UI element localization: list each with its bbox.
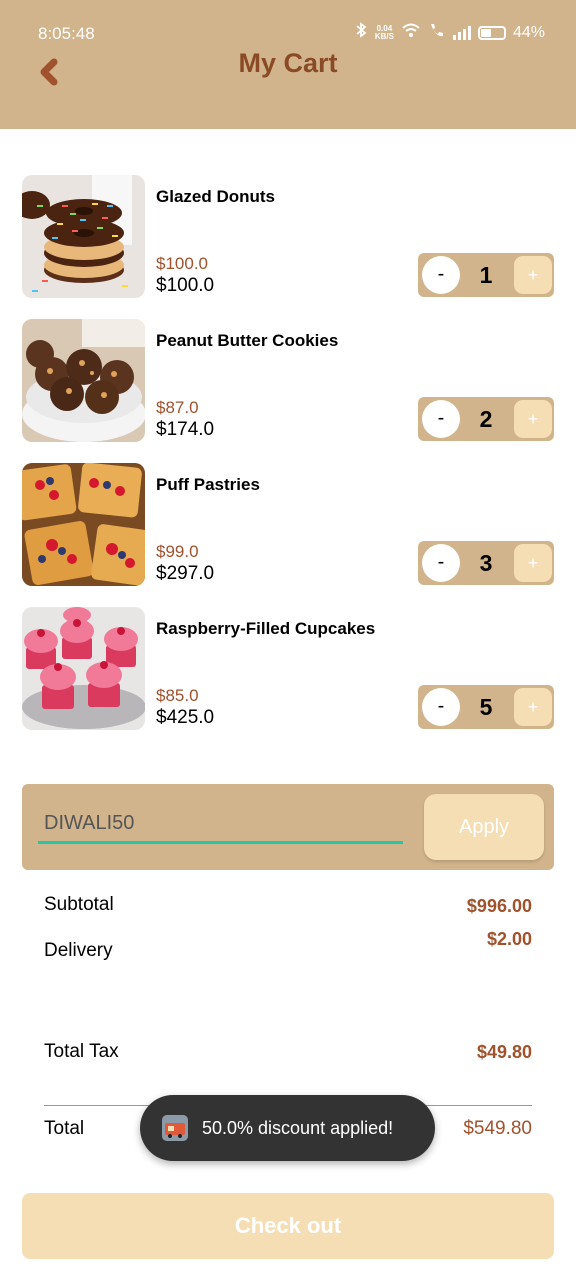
item-unit-price: $100.0 [156, 254, 208, 273]
subtotal-label: Subtotal [44, 894, 114, 915]
tax-label: Total Tax [44, 1041, 119, 1062]
promo-code-panel: Apply [22, 784, 554, 870]
product-image-donuts [22, 175, 145, 298]
checkout-button[interactable]: Check out [22, 1193, 554, 1259]
subtotal-value: $996.00 [466, 896, 532, 916]
decrease-quantity-button[interactable]: - [422, 400, 460, 438]
app-icon [162, 1115, 188, 1141]
battery-icon [477, 25, 506, 40]
increase-quantity-button[interactable]: + [514, 256, 552, 294]
signal-icon [452, 25, 471, 40]
wifi-icon [401, 22, 421, 43]
quantity-stepper: - 3 + [418, 541, 554, 585]
item-line-total: $174.0 [156, 419, 215, 440]
apply-button[interactable]: Apply [424, 794, 544, 860]
app-bar: 8:05:48 0.04 KB/S 44% My Cart [0, 0, 576, 129]
item-unit-price: $85.0 [156, 686, 199, 705]
quantity-stepper: - 1 + [418, 253, 554, 297]
net-speed: 0.04 KB/S [374, 24, 394, 41]
quantity-stepper: - 2 + [418, 397, 554, 441]
decrease-quantity-button[interactable]: - [422, 544, 460, 582]
quantity-value: 1 [479, 262, 493, 288]
increase-quantity-button[interactable]: + [514, 544, 552, 582]
total-value: $549.80 [463, 1118, 532, 1139]
item-line-total: $425.0 [156, 707, 215, 728]
cart-item: Glazed Donuts $100.0 $100.0 - 1 + [22, 175, 554, 299]
bluetooth-icon [354, 22, 368, 43]
quantity-value: 2 [479, 406, 493, 432]
decrease-quantity-button[interactable]: - [422, 688, 460, 726]
battery-level: 44% [512, 23, 545, 41]
delivery-label: Delivery [44, 940, 113, 961]
net-speed-unit: KB/S [374, 31, 394, 41]
promo-code-input[interactable] [38, 806, 403, 844]
page-title: My Cart [238, 48, 338, 78]
cart-item: Raspberry-Filled Cupcakes $85.0 $425.0 -… [22, 607, 554, 731]
item-name: Peanut Butter Cookies [156, 331, 339, 350]
toast-message: 50.0% discount applied! [202, 1117, 394, 1138]
item-unit-price: $87.0 [156, 398, 199, 417]
delivery-value: $2.00 [486, 929, 532, 949]
quantity-stepper: - 5 + [418, 685, 554, 729]
cart-item: Peanut Butter Cookies $87.0 $174.0 - 2 + [22, 319, 554, 443]
status-icons: 0.04 KB/S 44% [354, 22, 545, 43]
quantity-value: 5 [479, 694, 493, 720]
product-image-cupcakes [22, 607, 145, 730]
increase-quantity-button[interactable]: + [514, 400, 552, 438]
product-image-pastries [22, 463, 145, 586]
status-time: 8:05:48 [38, 24, 95, 43]
toast-notification: 50.0% discount applied! [140, 1095, 435, 1161]
decrease-quantity-button[interactable]: - [422, 256, 460, 294]
item-name: Puff Pastries [156, 475, 260, 494]
tax-value: $49.80 [476, 1042, 532, 1062]
increase-quantity-button[interactable]: + [514, 688, 552, 726]
item-name: Raspberry-Filled Cupcakes [156, 619, 376, 638]
quantity-value: 3 [479, 550, 493, 576]
product-image-cookies [22, 319, 145, 442]
item-name: Glazed Donuts [156, 187, 276, 206]
cart-item: Puff Pastries $99.0 $297.0 - 3 + [22, 463, 554, 587]
wifi-calling-icon [428, 22, 446, 43]
total-label: Total [44, 1118, 85, 1139]
item-line-total: $100.0 [156, 275, 215, 296]
item-line-total: $297.0 [156, 563, 215, 584]
item-unit-price: $99.0 [156, 542, 199, 561]
